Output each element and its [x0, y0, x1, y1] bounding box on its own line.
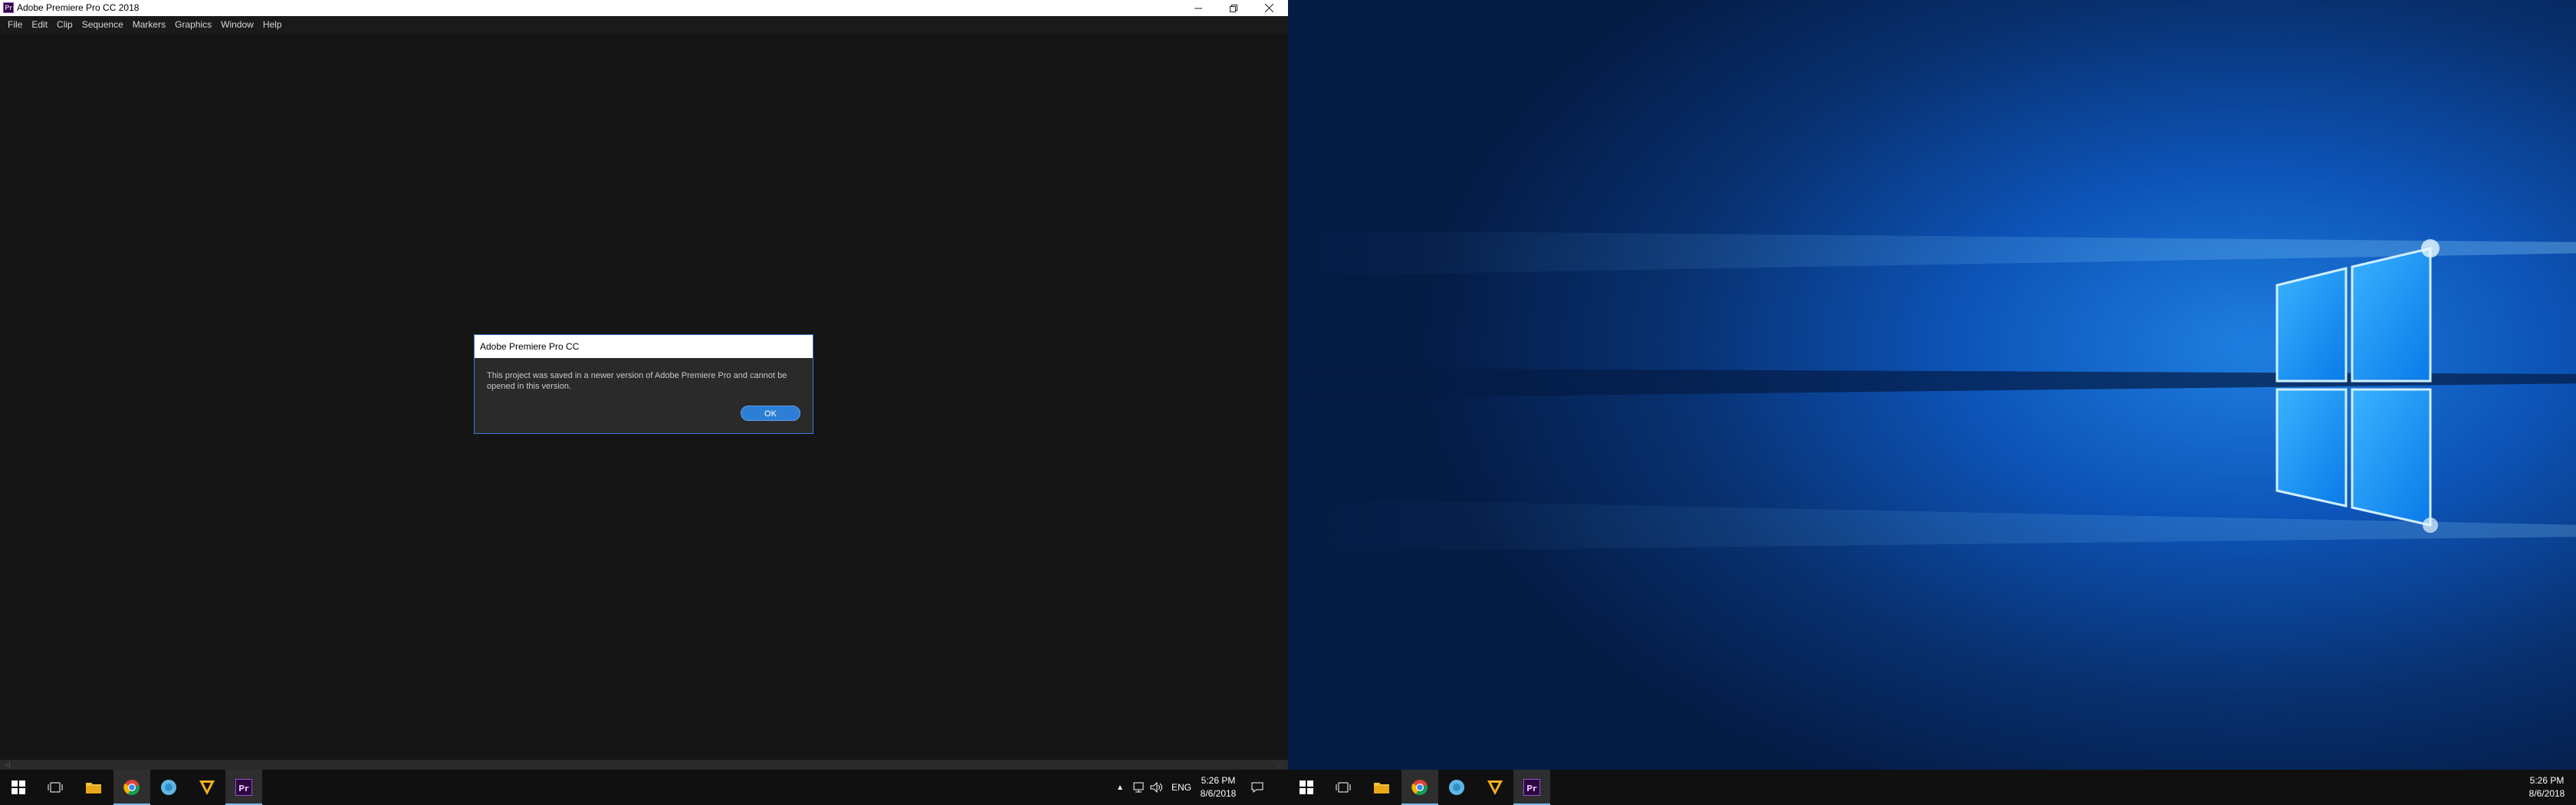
svg-text:Pr: Pr — [238, 784, 249, 794]
premiere-app-icon: Pr — [3, 2, 14, 13]
status-bar: ◁ ⋰ — [0, 760, 1288, 770]
chrome-icon — [1411, 780, 1428, 796]
file-explorer-button[interactable] — [75, 770, 112, 805]
menu-graphics[interactable]: Graphics — [170, 16, 216, 33]
menu-edit[interactable]: Edit — [27, 16, 52, 33]
file-explorer-icon — [86, 783, 101, 794]
left-monitor: Pr Adobe Premiere Pro CC 2018 File Edit … — [0, 0, 1288, 805]
menu-bar: File Edit Clip Sequence Markers Graphics… — [0, 16, 1288, 33]
dialog-message-line1: This project was saved in a newer versio… — [487, 371, 787, 380]
task-view-button[interactable] — [37, 770, 74, 805]
task-view-button-secondary[interactable] — [1325, 770, 1362, 805]
window-titlebar[interactable]: Pr Adobe Premiere Pro CC 2018 — [0, 0, 1288, 16]
minimize-icon — [1194, 5, 1202, 12]
taskbar: Pr ▲ ENG 5:26 PM 8/6/2018 — [0, 770, 1288, 805]
restore-icon — [1230, 4, 1237, 12]
clock-date: 8/6/2018 — [1200, 788, 1237, 799]
app-circle-button[interactable] — [150, 770, 187, 805]
menu-help[interactable]: Help — [258, 16, 287, 33]
menu-window[interactable]: Window — [216, 16, 258, 33]
app-circle-button-secondary[interactable] — [1438, 770, 1475, 805]
taskbar-clock[interactable]: 5:26 PM 8/6/2018 — [1194, 774, 1243, 800]
menu-file[interactable]: File — [3, 16, 27, 33]
premiere-icon: Pr — [1523, 779, 1540, 796]
clock-time: 5:26 PM — [2529, 775, 2564, 786]
right-monitor: Pr 5:26 PM 8/6/2018 — [1288, 0, 2576, 805]
tray-overflow-icon[interactable]: ▲ — [1115, 784, 1125, 792]
windows-desktop-wallpaper — [1288, 0, 2576, 770]
window-title: Adobe Premiere Pro CC 2018 — [17, 2, 140, 13]
clock-date: 8/6/2018 — [2528, 788, 2565, 799]
chrome-button-secondary[interactable] — [1401, 770, 1438, 805]
premiere-icon: Pr — [235, 779, 252, 796]
dialog-title[interactable]: Adobe Premiere Pro CC — [475, 335, 813, 358]
menu-markers[interactable]: Markers — [128, 16, 170, 33]
windows-start-icon — [12, 780, 25, 794]
windows-start-icon — [1300, 780, 1313, 794]
clock-time: 5:26 PM — [1201, 775, 1236, 786]
task-view-icon — [48, 782, 63, 793]
file-explorer-button-secondary[interactable] — [1363, 770, 1400, 805]
minimize-button[interactable] — [1181, 0, 1216, 16]
error-dialog: Adobe Premiere Pro CC This project was s… — [474, 334, 813, 434]
task-view-icon — [1336, 782, 1351, 793]
dialog-message-line2: opened in this version. — [487, 382, 572, 391]
taskbar-secondary: Pr 5:26 PM 8/6/2018 — [1288, 770, 2576, 805]
vectorworks-icon — [199, 780, 215, 795]
ok-button[interactable]: OK — [741, 406, 800, 421]
premiere-button-secondary[interactable]: Pr — [1513, 770, 1550, 805]
start-button[interactable] — [0, 770, 37, 805]
svg-text:Pr: Pr — [1526, 784, 1537, 794]
notification-icon — [1251, 782, 1263, 793]
restore-button[interactable] — [1216, 0, 1251, 16]
premiere-button[interactable]: Pr — [225, 770, 262, 805]
action-center-button[interactable] — [1240, 770, 1274, 805]
vectorworks-icon — [1487, 780, 1503, 795]
system-tray: ▲ ENG — [1115, 770, 1191, 805]
resize-grip-icon[interactable]: ⋰ — [1276, 761, 1283, 769]
network-icon[interactable] — [1132, 782, 1145, 793]
chrome-button[interactable] — [113, 770, 150, 805]
language-indicator[interactable]: ENG — [1171, 782, 1191, 793]
file-explorer-icon — [1374, 783, 1389, 794]
vectorworks-button-secondary[interactable] — [1477, 770, 1513, 805]
menu-sequence[interactable]: Sequence — [77, 16, 128, 33]
start-button-secondary[interactable] — [1288, 770, 1325, 805]
close-icon — [1264, 4, 1273, 12]
dialog-message: This project was saved in a newer versio… — [487, 370, 801, 392]
app-circle-icon — [1449, 780, 1464, 795]
status-left-icon: ◁ — [5, 761, 10, 768]
taskbar-clock-secondary[interactable]: 5:26 PM 8/6/2018 — [2522, 774, 2571, 800]
chrome-icon — [123, 780, 140, 796]
menu-clip[interactable]: Clip — [52, 16, 77, 33]
volume-icon[interactable] — [1150, 782, 1164, 793]
close-button[interactable] — [1251, 0, 1286, 16]
app-circle-icon — [161, 780, 176, 795]
vectorworks-button[interactable] — [189, 770, 225, 805]
